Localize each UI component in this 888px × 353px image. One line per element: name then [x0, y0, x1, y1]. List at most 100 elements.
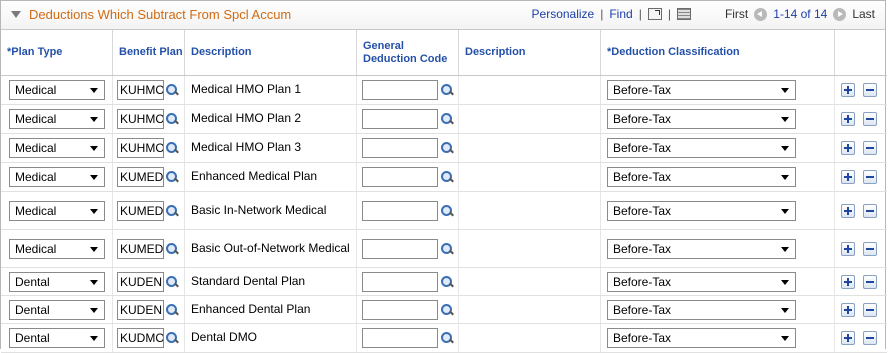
benefit-plan-input[interactable]: KUDEN [117, 300, 164, 320]
first-label[interactable]: First [725, 7, 748, 21]
search-icon[interactable] [165, 204, 179, 218]
delete-row-button[interactable] [863, 331, 877, 345]
classification-value: Before-Tax [613, 112, 672, 126]
deduction-code-input[interactable] [362, 167, 438, 187]
delete-row-button[interactable] [863, 303, 877, 317]
deduction-code-input[interactable] [362, 239, 438, 259]
add-row-button[interactable] [841, 83, 855, 97]
deduction-code-input[interactable] [362, 328, 438, 348]
collapse-triangle-icon[interactable] [11, 11, 21, 18]
deduction-classification-dropdown[interactable]: Before-Tax [607, 167, 796, 187]
search-icon[interactable] [165, 170, 179, 184]
header-deduction-classification[interactable]: *Deduction Classification [601, 30, 835, 75]
benefit-plan-input[interactable]: KUDEN [117, 272, 164, 292]
search-icon[interactable] [165, 83, 179, 97]
deduction-code-input[interactable] [362, 109, 438, 129]
search-icon[interactable] [440, 242, 454, 256]
search-icon[interactable] [440, 204, 454, 218]
plan-type-dropdown[interactable]: Dental [9, 300, 105, 320]
find-link[interactable]: Find [609, 7, 632, 21]
cell-deduction-classification: Before-Tax [601, 163, 835, 191]
last-label[interactable]: Last [852, 7, 875, 21]
deduction-classification-dropdown[interactable]: Before-Tax [607, 272, 796, 292]
search-icon[interactable] [440, 275, 454, 289]
add-row-button[interactable] [841, 242, 855, 256]
delete-row-button[interactable] [863, 83, 877, 97]
plan-type-dropdown[interactable]: Medical [9, 80, 105, 100]
deduction-code-input[interactable] [362, 300, 438, 320]
chevron-down-icon [781, 308, 789, 313]
search-icon[interactable] [440, 170, 454, 184]
header-benefit-plan[interactable]: Benefit Plan [113, 30, 185, 75]
plan-type-dropdown[interactable]: Dental [9, 272, 105, 292]
table-row: Medical KUHMO Medical HMO Plan 1 Before-… [1, 76, 887, 105]
add-row-button[interactable] [841, 170, 855, 184]
benefit-plan-input[interactable]: KUDMO [117, 328, 164, 348]
add-row-button[interactable] [841, 303, 855, 317]
cell-deduction-code [357, 230, 459, 267]
delete-row-button[interactable] [863, 112, 877, 126]
search-icon[interactable] [165, 275, 179, 289]
deduction-classification-dropdown[interactable]: Before-Tax [607, 138, 796, 158]
benefit-plan-input[interactable]: KUMED [117, 239, 164, 259]
benefit-plan-input[interactable]: KUHMO [117, 109, 164, 129]
benefit-plan-input[interactable]: KUMED [117, 167, 164, 187]
plan-type-dropdown[interactable]: Medical [9, 201, 105, 221]
benefit-plan-input[interactable]: KUMED [117, 201, 164, 221]
plan-type-dropdown[interactable]: Medical [9, 167, 105, 187]
deduction-classification-dropdown[interactable]: Before-Tax [607, 80, 796, 100]
delete-row-button[interactable] [863, 141, 877, 155]
deduction-classification-dropdown[interactable]: Before-Tax [607, 201, 796, 221]
benefit-plan-input[interactable]: KUHMO [117, 138, 164, 158]
deduction-code-input[interactable] [362, 272, 438, 292]
header-general-deduction-code[interactable]: General Deduction Code [357, 30, 459, 75]
deduction-classification-dropdown[interactable]: Before-Tax [607, 239, 796, 259]
personalize-link[interactable]: Personalize [532, 7, 595, 21]
next-arrow-icon[interactable] [833, 7, 847, 21]
add-row-button[interactable] [841, 112, 855, 126]
previous-arrow-icon[interactable] [754, 7, 768, 21]
plan-type-value: Dental [15, 275, 50, 289]
cell-deduction-classification: Before-Tax [601, 76, 835, 104]
search-icon[interactable] [165, 141, 179, 155]
cell-benefit-plan: KUDEN [113, 268, 185, 295]
delete-row-button[interactable] [863, 242, 877, 256]
table-row: Medical KUMED Basic In-Network Medical B… [1, 192, 887, 230]
cell-description-2 [459, 192, 601, 229]
search-icon[interactable] [165, 303, 179, 317]
plan-type-dropdown[interactable]: Dental [9, 328, 105, 348]
deduction-code-input[interactable] [362, 201, 438, 221]
search-icon[interactable] [440, 141, 454, 155]
header-description[interactable]: Description [185, 30, 357, 75]
cell-description: Medical HMO Plan 3 [185, 134, 357, 162]
search-icon[interactable] [440, 303, 454, 317]
plan-type-dropdown[interactable]: Medical [9, 239, 105, 259]
delete-row-button[interactable] [863, 204, 877, 218]
delete-row-button[interactable] [863, 170, 877, 184]
delete-row-button[interactable] [863, 275, 877, 289]
header-plan-type[interactable]: *Plan Type [1, 30, 113, 75]
deduction-code-input[interactable] [362, 80, 438, 100]
benefit-plan-input[interactable]: KUHMO [117, 80, 164, 100]
chevron-down-icon [781, 88, 789, 93]
add-row-button[interactable] [841, 204, 855, 218]
view-all-icon[interactable] [647, 8, 662, 20]
search-icon[interactable] [165, 331, 179, 345]
search-icon[interactable] [165, 242, 179, 256]
plan-description: Standard Dental Plan [191, 274, 306, 288]
search-icon[interactable] [440, 83, 454, 97]
plan-type-dropdown[interactable]: Medical [9, 109, 105, 129]
add-row-button[interactable] [841, 331, 855, 345]
deduction-code-input[interactable] [362, 138, 438, 158]
add-row-button[interactable] [841, 141, 855, 155]
deduction-classification-dropdown[interactable]: Before-Tax [607, 109, 796, 129]
deduction-classification-dropdown[interactable]: Before-Tax [607, 300, 796, 320]
download-grid-icon[interactable] [676, 8, 691, 20]
search-icon[interactable] [165, 112, 179, 126]
search-icon[interactable] [440, 112, 454, 126]
add-row-button[interactable] [841, 275, 855, 289]
deduction-classification-dropdown[interactable]: Before-Tax [607, 328, 796, 348]
plan-type-dropdown[interactable]: Medical [9, 138, 105, 158]
header-description-2[interactable]: Description [459, 30, 601, 75]
search-icon[interactable] [440, 331, 454, 345]
